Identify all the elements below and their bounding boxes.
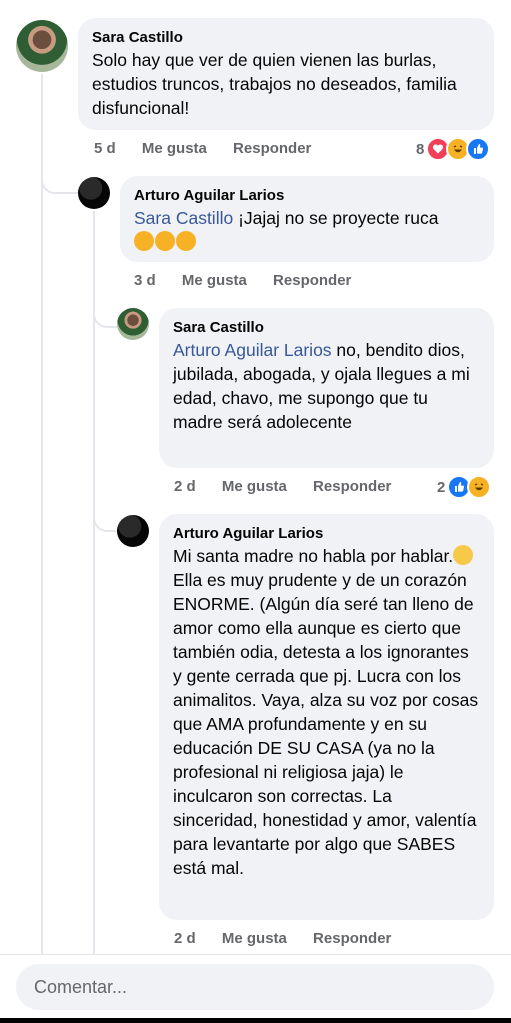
comment-text: Mi santa madre no habla por hablar. Ella… bbox=[173, 544, 480, 880]
comment-bubble: Sara Castillo Arturo Aguilar Larios no, … bbox=[159, 308, 494, 468]
comment-actions: 3 d Me gusta Responder bbox=[134, 271, 351, 291]
avatar[interactable] bbox=[16, 20, 68, 72]
smiling-face-icon bbox=[453, 545, 474, 565]
comment-time[interactable]: 2 d bbox=[174, 930, 196, 947]
reaction-count: 8 bbox=[416, 140, 425, 158]
reply-button[interactable]: Responder bbox=[273, 272, 351, 289]
like-button[interactable]: Me gusta bbox=[222, 930, 287, 947]
avatar[interactable] bbox=[117, 308, 149, 340]
comment-actions: 2 d Me gusta Responder bbox=[174, 477, 391, 497]
comment-time[interactable]: 5 d bbox=[94, 140, 116, 157]
mention-link[interactable]: Arturo Aguilar Larios bbox=[173, 340, 332, 360]
thread-connector bbox=[41, 150, 79, 194]
comment-text: Sara Castillo ¡Jajaj no se proyecte ruca bbox=[134, 206, 480, 230]
comment-body: ¡Jajaj no se proyecte ruca bbox=[233, 208, 439, 228]
emoji-line bbox=[134, 230, 480, 254]
composer-divider bbox=[0, 954, 511, 955]
like-button[interactable]: Me gusta bbox=[182, 272, 247, 289]
comment-body: Mi santa madre no habla por hablar. bbox=[173, 546, 454, 566]
comment-composer[interactable] bbox=[16, 964, 494, 1010]
thread-connector bbox=[93, 500, 117, 532]
reply-button[interactable]: Responder bbox=[233, 140, 311, 157]
comment-text: Solo hay que ver de quien vienen las bur… bbox=[92, 50, 457, 118]
comment-body: Ella es muy prudente y de un corazón ENO… bbox=[173, 570, 479, 878]
haha-icon bbox=[467, 475, 492, 499]
thread-line-main bbox=[41, 74, 43, 954]
rofl-icon bbox=[155, 231, 175, 251]
comment-bubble: Sara Castillo Solo hay que ver de quien … bbox=[78, 18, 494, 130]
comment-actions: 2 d Me gusta Responder bbox=[174, 929, 391, 949]
reaction-count: 2 bbox=[437, 478, 446, 496]
comment-input[interactable] bbox=[32, 975, 478, 999]
comment-author[interactable]: Sara Castillo bbox=[173, 318, 480, 338]
comment-bubble: Arturo Aguilar Larios Sara Castillo ¡Jaj… bbox=[120, 176, 494, 262]
comment-time[interactable]: 3 d bbox=[134, 272, 156, 289]
comment-time[interactable]: 2 d bbox=[174, 478, 196, 495]
comment-text: Arturo Aguilar Larios no, bendito dios, … bbox=[173, 338, 480, 434]
reply-button[interactable]: Responder bbox=[313, 930, 391, 947]
reaction-summary[interactable]: 2 bbox=[437, 475, 492, 499]
comment-author[interactable]: Sara Castillo bbox=[92, 28, 480, 48]
comment-bubble: Arturo Aguilar Larios Mi santa madre no … bbox=[159, 514, 494, 920]
reaction-summary[interactable]: 8 bbox=[416, 137, 491, 161]
like-button[interactable]: Me gusta bbox=[222, 478, 287, 495]
avatar[interactable] bbox=[78, 177, 110, 209]
comment-author[interactable]: Arturo Aguilar Larios bbox=[134, 186, 480, 206]
bottom-edge bbox=[0, 1018, 511, 1023]
rofl-icon bbox=[176, 231, 196, 251]
mention-link[interactable]: Sara Castillo bbox=[134, 208, 233, 228]
rofl-icon bbox=[134, 231, 154, 251]
comment-author[interactable]: Arturo Aguilar Larios bbox=[173, 524, 480, 544]
comment-actions: 5 d Me gusta Responder bbox=[94, 139, 311, 159]
like-button[interactable]: Me gusta bbox=[142, 140, 207, 157]
thread-connector bbox=[93, 290, 117, 328]
avatar[interactable] bbox=[117, 515, 149, 547]
thread-line-nested bbox=[93, 211, 95, 954]
reply-button[interactable]: Responder bbox=[313, 478, 391, 495]
like-icon bbox=[466, 137, 491, 161]
